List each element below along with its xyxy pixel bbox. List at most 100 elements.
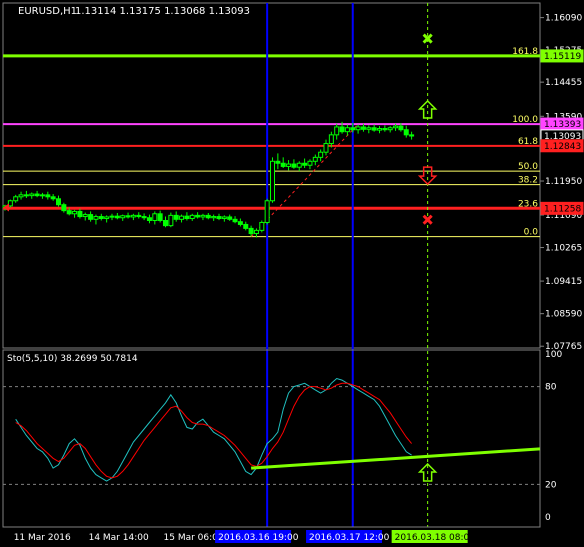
candle-body	[243, 223, 249, 229]
candle-body	[409, 134, 415, 137]
candle-body	[120, 215, 126, 219]
candle-body	[339, 126, 345, 133]
candle-body	[88, 214, 94, 220]
candle-body	[398, 125, 404, 131]
time-highlight-label: 2016.03.16 19:00	[218, 533, 299, 543]
candle-body	[387, 127, 393, 131]
stochastic-tick-label: 100	[545, 350, 562, 360]
candle-body	[275, 160, 281, 164]
candle-body	[152, 213, 158, 222]
candle-body	[403, 129, 409, 136]
price-tag-label: 1.15119	[544, 52, 581, 62]
candle-body	[114, 215, 120, 219]
time-label: 14 Mar 14:00	[89, 533, 149, 543]
candle-body	[136, 214, 142, 218]
candle-body	[45, 194, 51, 198]
candle-body	[200, 214, 206, 218]
candle-body	[93, 216, 99, 220]
candle-body	[382, 128, 388, 131]
price-tick-label: 1.08590	[545, 310, 582, 320]
candle-body	[163, 220, 168, 227]
candle-body	[248, 227, 254, 235]
candle-body	[227, 216, 233, 220]
candle-body	[125, 215, 131, 218]
time-highlight-label: 2016.03.18 08:00	[395, 533, 476, 543]
symbol-label: EURUSD,H1	[18, 6, 77, 17]
candle-body	[307, 160, 313, 166]
candle-body	[205, 214, 211, 219]
candle-body	[312, 156, 318, 162]
stochastic-tick-label: 20	[545, 480, 557, 490]
candle-body	[360, 126, 366, 130]
candle-body	[195, 214, 201, 218]
price-tick-label: 1.16090	[545, 14, 582, 24]
price-tick-label: 1.14455	[545, 78, 582, 88]
candle-body	[371, 127, 377, 131]
candle-body	[344, 127, 350, 133]
candle-body	[259, 221, 265, 231]
candle-body	[179, 215, 185, 220]
candle-body	[270, 160, 275, 202]
candle-body	[189, 214, 195, 220]
candle-body	[280, 162, 286, 167]
ohlc-readout: 1.13114 1.13175 1.13068 1.13093	[75, 6, 250, 17]
candle-body	[39, 194, 45, 197]
candle-body	[296, 162, 302, 168]
candle-body	[184, 215, 190, 220]
candle-body	[146, 217, 152, 222]
candle-body	[237, 221, 243, 225]
candle-body	[77, 210, 83, 218]
candle-body	[328, 134, 334, 145]
candle-body	[56, 198, 61, 206]
candle-body	[13, 196, 19, 202]
time-label: 11 Mar 2016	[14, 533, 71, 543]
candle-body	[264, 200, 270, 223]
price-tag-label: 1.12843	[544, 142, 581, 152]
candle-body	[34, 193, 40, 197]
candle-body	[109, 215, 115, 218]
candle-body	[318, 151, 324, 158]
candle-body	[221, 216, 227, 220]
candle-body	[253, 229, 259, 235]
candle-body	[18, 194, 24, 198]
price-tick-label: 1.10265	[545, 244, 582, 254]
stochastic-tick-label: 0	[545, 513, 551, 523]
candle-body	[82, 214, 88, 218]
candle-body	[323, 143, 329, 153]
candle-body	[66, 210, 72, 215]
candle-body	[355, 126, 361, 131]
time-highlight-label: 2016.03.17 12:00	[309, 533, 390, 543]
candle-body	[393, 125, 399, 129]
candle-body	[72, 210, 78, 215]
candle-body	[216, 216, 222, 220]
fib-level-label: 38.2	[518, 176, 538, 186]
candle-body	[23, 194, 29, 197]
candle-body	[157, 213, 163, 222]
candle-body	[232, 218, 238, 223]
candle-body	[377, 128, 382, 131]
candle-body	[168, 214, 174, 227]
candle-body	[141, 216, 147, 219]
candle-body	[366, 127, 372, 130]
price-tick-label: 1.09415	[545, 277, 582, 287]
stochastic-title: Sto(5,5,10) 38.2699 50.7814	[7, 354, 138, 364]
candle-body	[211, 216, 217, 219]
candle-body	[350, 127, 356, 131]
candle-body	[29, 193, 35, 197]
candle-body	[130, 214, 136, 218]
price-tag-label: 1.13393	[544, 120, 581, 130]
candle-body	[98, 216, 104, 220]
candle-body	[50, 196, 56, 200]
candle-body	[173, 214, 179, 220]
candle-body	[104, 216, 110, 220]
price-tick-label: 1.11950	[545, 177, 582, 187]
candle-body	[61, 204, 67, 212]
candle-body	[291, 163, 297, 168]
price-tag-label: 1.11258	[544, 204, 581, 214]
candle-body	[302, 162, 308, 166]
stochastic-tick-label: 80	[545, 383, 557, 393]
candle-body	[334, 126, 340, 136]
candle-body	[286, 163, 292, 167]
time-label: 15 Mar 06:00	[164, 533, 224, 543]
fib-level-label: 0.0	[524, 228, 539, 238]
